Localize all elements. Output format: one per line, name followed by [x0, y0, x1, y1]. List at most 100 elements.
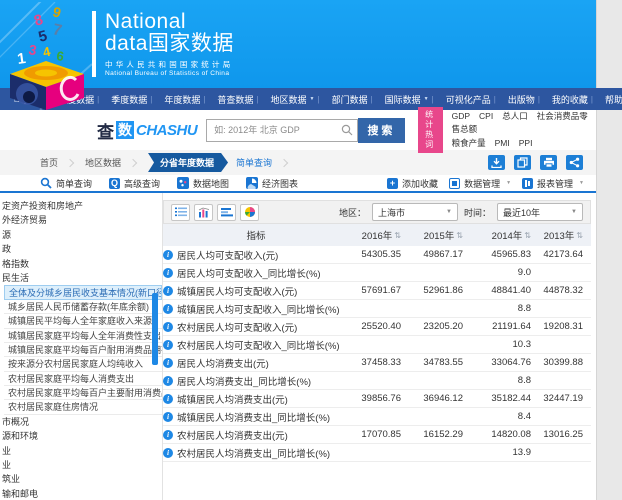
hot-words-badge[interactable]: 统计 热词 — [418, 107, 443, 153]
hot-word-link[interactable]: 总人口 — [502, 111, 528, 121]
sidebar-item-label: 城镇居民平均每人全年家庭收入来源 — [8, 316, 152, 326]
search-row: 查 数 CHASHU 搜索 统计 热词 GDPCPI总人口社会消费品零售总额 粮… — [0, 110, 596, 150]
data-manage-menu[interactable]: 数据管理 ▼ — [449, 177, 511, 190]
info-icon[interactable]: i — [163, 394, 173, 404]
print-icon[interactable] — [540, 155, 557, 170]
pie-chart-view-icon[interactable] — [240, 204, 259, 221]
sidebar-item[interactable]: 农村居民家庭平均每百户主要耐用消费品拥有量 — [4, 386, 162, 400]
sidebar-item[interactable]: 业 — [0, 444, 162, 458]
nav-item[interactable]: 部门数据 | — [326, 93, 379, 106]
copy-icon[interactable] — [514, 155, 531, 170]
share-icon[interactable] — [566, 155, 583, 170]
bar-condition-view-icon[interactable] — [217, 204, 236, 221]
tab-data-map[interactable]: 数据地图 — [177, 177, 229, 190]
sidebar-item[interactable]: 城乡居民人民币储蓄存款(年底余额) — [4, 300, 162, 314]
hot-word-link[interactable]: PPI — [519, 138, 533, 148]
hot-badge-line1: 统计 — [422, 110, 439, 130]
info-icon[interactable]: i — [163, 286, 173, 296]
hot-word-link[interactable]: GDP — [452, 111, 470, 121]
sidebar-item[interactable]: 民生活 — [0, 271, 162, 285]
info-icon[interactable]: i — [163, 430, 173, 440]
tab-advanced-query[interactable]: Q 高级查询 — [109, 177, 160, 190]
time-select[interactable]: 最近10年 ▼ — [497, 203, 583, 221]
add-favorite-button[interactable]: + 添加收藏 — [387, 177, 438, 190]
hot-word-link[interactable]: 粮食产量 — [452, 138, 486, 148]
sort-icon: ⇅ — [456, 231, 463, 240]
info-icon[interactable]: i — [163, 304, 173, 314]
value-2014: 35182.44 — [471, 393, 539, 404]
breadcrumb-region-data[interactable]: 地区数据 — [85, 156, 121, 169]
search-input[interactable] — [206, 119, 358, 142]
nav-item[interactable]: 可视化产品 | — [440, 93, 502, 106]
nav-item[interactable]: 年度数据 | — [158, 93, 211, 106]
breadcrumb-current-query[interactable]: 简单查询 — [236, 156, 272, 169]
region-select[interactable]: 上海市 ▼ — [372, 203, 458, 221]
nav-item[interactable]: 国际数据 ▼ | — [379, 93, 440, 106]
download-icon[interactable] — [488, 155, 505, 170]
info-icon[interactable]: i — [163, 322, 173, 332]
value-2014: 45965.83 — [471, 249, 539, 260]
indicator-name: 居民人均消费支出_同比增长(%) — [177, 374, 311, 388]
sidebar-item[interactable]: 全体及分城乡居民收支基本情况(新口径) — [4, 285, 162, 299]
nav-item[interactable]: 地区数据 ▼ | — [265, 93, 326, 106]
sidebar-item[interactable]: 城镇居民家庭平均每百户耐用消费品拥有量 — [4, 343, 162, 357]
sidebar-item[interactable]: 政 — [0, 242, 162, 256]
nav-item-label: 国际数据 — [385, 93, 421, 106]
breadcrumb-active-item[interactable]: 分省年度数据 — [148, 153, 228, 172]
sidebar-scrollbar-thumb[interactable] — [152, 293, 158, 365]
column-header-2013[interactable]: 2013年⇅ — [539, 228, 591, 242]
info-icon[interactable]: i — [163, 358, 173, 368]
sidebar-item[interactable]: 业 — [0, 458, 162, 472]
hot-words-row1: GDPCPI总人口社会消费品零售总额 — [452, 110, 596, 136]
hot-word-link[interactable]: CPI — [479, 111, 493, 121]
value-2015: 52961.86 — [409, 285, 471, 296]
sidebar-item[interactable]: 格指数 — [0, 257, 162, 271]
sidebar-item[interactable]: 城镇居民平均每人全年家庭收入来源 — [4, 314, 162, 328]
sidebar-item[interactable]: 源 — [0, 228, 162, 242]
sidebar-item[interactable]: 输和邮电 — [0, 487, 162, 500]
list-view-icon[interactable] — [171, 204, 190, 221]
bar-chart-view-icon[interactable] — [194, 204, 213, 221]
info-icon[interactable]: i — [163, 268, 173, 278]
sidebar-item-label: 农村居民家庭住房情况 — [8, 402, 98, 412]
column-header-indicator[interactable]: 指标 — [163, 228, 349, 242]
sidebar-item[interactable]: 市概况 — [0, 415, 162, 429]
column-header-2016[interactable]: 2016年⇅ — [349, 228, 409, 242]
info-icon[interactable]: i — [163, 448, 173, 458]
advanced-search-icon: Q — [109, 178, 120, 189]
column-header-2015[interactable]: 2015年⇅ — [409, 228, 471, 242]
breadcrumb-home[interactable]: 首页 — [40, 156, 58, 169]
info-icon[interactable]: i — [163, 250, 173, 260]
info-icon[interactable]: i — [163, 412, 173, 422]
sidebar-item[interactable]: 按来源分农村居民家庭人均纯收入 — [4, 357, 162, 371]
chevron-down-icon: ▼ — [446, 209, 452, 215]
sidebar-item[interactable]: 源和环境 — [0, 429, 162, 443]
report-manage-menu[interactable]: 报表管理 ▼ — [522, 177, 584, 190]
sidebar-item[interactable]: 农村居民家庭住房情况 — [4, 400, 162, 414]
sidebar-item[interactable]: 定资产投资和房地产 — [0, 199, 162, 213]
indicator-name: 居民人均可支配收入_同比增长(%) — [177, 266, 321, 280]
chevron-right-icon — [280, 158, 288, 166]
sidebar-item[interactable]: 农村居民家庭平均每人消费支出 — [4, 372, 162, 386]
sidebar-item-label: 市概况 — [2, 417, 29, 427]
search-button[interactable]: 搜索 — [358, 118, 405, 143]
nav-item[interactable]: 普查数据 | — [211, 93, 264, 106]
nav-item[interactable]: 出版物 | — [502, 93, 546, 106]
value-2016: 57691.67 — [349, 285, 409, 296]
svg-text:3: 3 — [27, 41, 38, 58]
column-header-2014[interactable]: 2014年⇅ — [471, 228, 539, 242]
sidebar-item[interactable]: 筑业 — [0, 472, 162, 486]
info-icon[interactable]: i — [163, 340, 173, 350]
tab-economic-chart[interactable]: 经济图表 — [246, 177, 298, 190]
table-row: i 居民人均消费支出(元) 37458.33 34783.55 33064.76… — [163, 354, 591, 372]
sidebar-item[interactable]: 城镇居民家庭平均每人全年消费性支出 — [4, 329, 162, 343]
nav-item[interactable]: 我的收藏 | — [546, 93, 599, 106]
nav-item[interactable]: 帮助 | — [599, 93, 622, 106]
hot-word-link[interactable]: PMI — [495, 138, 510, 148]
info-icon[interactable]: i — [163, 376, 173, 386]
tab-simple-query[interactable]: 简单查询 — [40, 177, 92, 190]
table-body: i 居民人均可支配收入(元) 54305.35 49867.17 45965.8… — [163, 246, 591, 462]
nav-item[interactable]: 季度数据 | — [105, 93, 158, 106]
data-manage-icon — [449, 178, 460, 189]
sidebar-item[interactable]: 外经济贸易 — [0, 213, 162, 227]
